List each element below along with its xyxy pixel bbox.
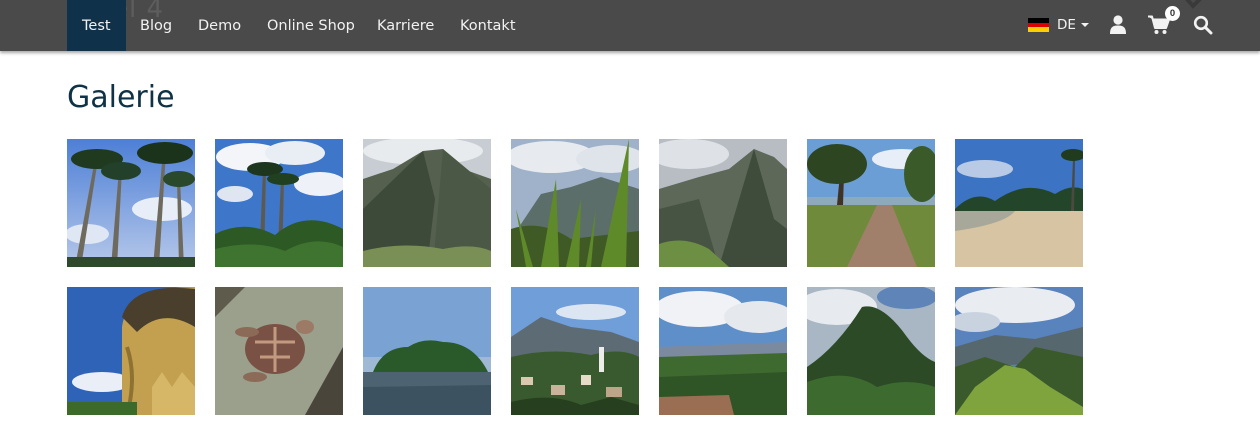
nav-item-blog[interactable]: Blog — [140, 0, 172, 51]
search-icon[interactable] — [1193, 15, 1213, 35]
gallery-image-tree-path[interactable] — [807, 139, 935, 267]
gallery-image-island[interactable] — [363, 287, 491, 415]
gallery-image-turtle[interactable] — [215, 287, 343, 415]
gallery-image-grass-view[interactable] — [511, 139, 639, 267]
page-title: Galerie — [67, 80, 175, 115]
gallery-image-hill-town[interactable] — [511, 287, 639, 415]
gallery-image-misty-mountain[interactable] — [659, 139, 787, 267]
check-icon — [1185, 0, 1202, 9]
nav-item-test[interactable]: Test — [67, 0, 126, 51]
gallery-image-green-ridge[interactable] — [955, 287, 1083, 415]
gallery-image-green-plains[interactable] — [659, 287, 787, 415]
german-flag-icon — [1028, 18, 1049, 33]
caret-down-icon — [1080, 23, 1089, 27]
top-navbar: el 4 Test Blog Demo Online Shop Karriere… — [0, 0, 1260, 51]
language-selector[interactable]: DE — [1028, 16, 1089, 34]
cart-count-badge: 0 — [1165, 6, 1180, 21]
gallery-image-beach[interactable] — [955, 139, 1083, 267]
gallery-image-buddha[interactable] — [67, 287, 195, 415]
nav-item-kontakt[interactable]: Kontakt — [460, 0, 516, 51]
nav-item-demo[interactable]: Demo — [198, 0, 241, 51]
user-icon[interactable] — [1109, 15, 1127, 34]
gallery-image-mountain-valley[interactable] — [363, 139, 491, 267]
gallery-image-palm-trees[interactable] — [67, 139, 195, 267]
nav-item-online-shop[interactable]: Online Shop — [267, 0, 355, 51]
gallery-image-palms-clouds[interactable] — [215, 139, 343, 267]
gallery-image-jungle-peak[interactable] — [807, 287, 935, 415]
language-code: DE — [1057, 17, 1076, 33]
nav-item-karriere[interactable]: Karriere — [377, 0, 434, 51]
